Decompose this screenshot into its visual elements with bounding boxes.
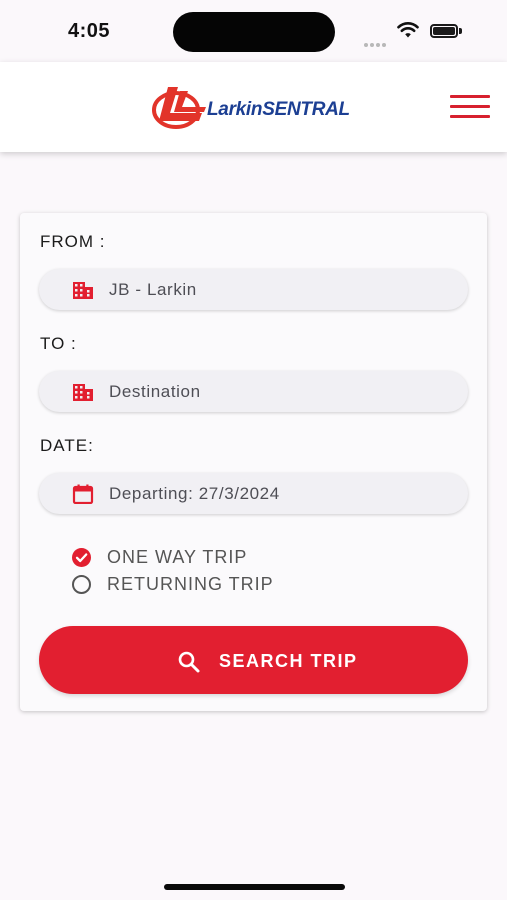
- date-field[interactable]: Departing: 27/3/2024: [39, 473, 468, 514]
- search-trip-label: SEARCH TRIP: [219, 651, 358, 671]
- to-field[interactable]: Destination: [39, 371, 468, 412]
- from-value: JB - Larkin: [109, 280, 197, 299]
- app-header: LarkinSENTRAL: [0, 62, 507, 152]
- larkin-sentral-logo[interactable]: LarkinSENTRAL: [150, 83, 360, 131]
- building-icon: [73, 384, 93, 401]
- search-trip-button[interactable]: SEARCH TRIP: [39, 626, 468, 694]
- logo-text: LarkinSENTRAL: [207, 99, 350, 120]
- date-value: Departing: 27/3/2024: [109, 484, 280, 503]
- empty-circle-icon: [72, 575, 91, 594]
- radio-returning-label: RETURNING TRIP: [107, 574, 274, 594]
- from-field[interactable]: JB - Larkin: [39, 269, 468, 310]
- calendar-icon: [72, 484, 94, 504]
- signal-icon: [364, 34, 388, 52]
- hamburger-menu-icon[interactable]: [448, 95, 492, 123]
- date-label: DATE:: [40, 436, 94, 455]
- to-placeholder: Destination: [109, 382, 201, 401]
- battery-icon: [430, 24, 458, 38]
- from-label: FROM :: [40, 232, 106, 251]
- search-icon: [178, 651, 200, 673]
- to-label: TO :: [40, 334, 77, 353]
- building-icon: [73, 282, 93, 299]
- status-time: 4:05: [68, 20, 111, 42]
- status-bar: 4:05: [0, 0, 507, 62]
- home-indicator[interactable]: [164, 884, 345, 890]
- logo-mark-icon: [152, 87, 206, 129]
- radio-one-way-label: ONE WAY TRIP: [107, 547, 248, 567]
- trip-search-card: FROM : JB - Larkin TO : Destination DATE…: [20, 213, 487, 711]
- dynamic-island: [173, 12, 335, 52]
- checked-circle-icon: [72, 548, 91, 567]
- battery-tip: [459, 28, 462, 34]
- wifi-icon: [397, 21, 419, 44]
